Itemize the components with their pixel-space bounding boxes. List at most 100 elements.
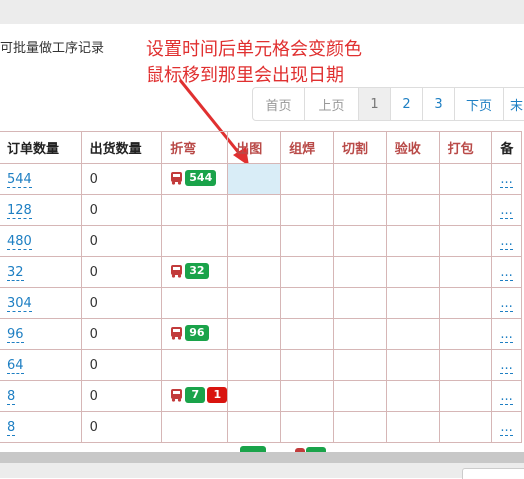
notes-link[interactable]: ... <box>500 171 513 188</box>
order-qty-link[interactable]: 96 <box>7 326 24 343</box>
welding-cell[interactable] <box>280 287 334 319</box>
welding-cell[interactable] <box>280 318 334 350</box>
page-3-button[interactable]: 3 <box>422 87 455 121</box>
notes-link[interactable]: ... <box>500 295 513 312</box>
done-count-badge: 96 <box>185 324 209 341</box>
drawing-cell[interactable] <box>227 163 282 195</box>
bending-cell[interactable]: 71 <box>161 380 229 412</box>
cutting-cell[interactable] <box>332 411 387 443</box>
bottom-button[interactable] <box>462 468 524 479</box>
cutting-cell[interactable] <box>332 318 387 350</box>
horizontal-scrollbar[interactable] <box>0 452 524 463</box>
inspection-cell[interactable] <box>385 256 440 288</box>
packing-cell[interactable] <box>438 411 493 443</box>
page-first-button[interactable]: 首页 <box>252 87 305 121</box>
notes-link[interactable]: ... <box>500 419 513 436</box>
inspection-cell[interactable] <box>385 163 440 195</box>
packing-cell[interactable] <box>438 318 493 350</box>
notes-link[interactable]: ... <box>500 388 513 405</box>
drawing-cell[interactable] <box>227 411 282 443</box>
order-qty-link[interactable]: 128 <box>7 202 32 219</box>
bus-icon <box>170 264 183 278</box>
page-prev-button[interactable]: 上页 <box>304 87 359 121</box>
inspection-cell[interactable] <box>385 411 440 443</box>
order-qty-link[interactable]: 32 <box>7 264 24 281</box>
packing-cell[interactable] <box>438 349 493 381</box>
cutting-cell[interactable] <box>332 349 387 381</box>
page-next-button[interactable]: 下页 <box>454 87 504 121</box>
header-welding: 组焊 <box>280 131 334 164</box>
welding-cell[interactable] <box>280 163 334 195</box>
packing-cell[interactable] <box>438 163 493 195</box>
welding-cell[interactable] <box>280 411 334 443</box>
bending-cell[interactable] <box>161 194 229 226</box>
bending-cell[interactable] <box>161 349 229 381</box>
inspection-cell[interactable] <box>385 194 440 226</box>
notes-link[interactable]: ... <box>500 202 513 219</box>
welding-cell[interactable] <box>280 349 334 381</box>
order-qty-link[interactable]: 64 <box>7 357 24 374</box>
packing-cell[interactable] <box>438 194 493 226</box>
inspection-cell[interactable] <box>385 380 440 412</box>
drawing-cell[interactable] <box>227 287 282 319</box>
inspection-cell[interactable] <box>385 287 440 319</box>
table-row: 32 0 32... <box>0 256 522 288</box>
notes-link[interactable]: ... <box>500 357 513 374</box>
done-count-badge: 544 <box>185 169 217 186</box>
bending-cell[interactable]: 32 <box>161 256 229 288</box>
notes-link[interactable]: ... <box>500 264 513 281</box>
page-last-button[interactable]: 末 <box>503 87 524 121</box>
bending-cell[interactable]: 96 <box>161 318 229 350</box>
order-qty-link[interactable]: 544 <box>7 171 32 188</box>
drawing-cell[interactable] <box>227 256 282 288</box>
welding-cell[interactable] <box>280 380 334 412</box>
bus-icon <box>170 171 183 185</box>
order-qty-link[interactable]: 480 <box>7 233 32 250</box>
packing-cell[interactable] <box>438 287 493 319</box>
bending-cell[interactable] <box>161 225 229 257</box>
cutting-cell[interactable] <box>332 287 387 319</box>
cutting-cell[interactable] <box>332 256 387 288</box>
bus-icon <box>170 326 183 340</box>
table-header-row: 订单数量 出货数量 折弯 出图 组焊 切割 验收 打包 备 <box>0 131 522 164</box>
inspection-cell[interactable] <box>385 349 440 381</box>
bending-cell[interactable]: 544 <box>161 163 229 195</box>
welding-cell[interactable] <box>280 225 334 257</box>
pagination: 首页 上页 1 2 3 下页 末 <box>252 87 524 121</box>
header-drawing: 出图 <box>227 131 282 164</box>
drawing-cell[interactable] <box>227 194 282 226</box>
header-ship-qty: 出货数量 <box>80 131 163 164</box>
cutting-cell[interactable] <box>332 380 387 412</box>
cutting-cell[interactable] <box>332 194 387 226</box>
order-qty-link[interactable]: 8 <box>7 388 16 405</box>
order-table: 订单数量 出货数量 折弯 出图 组焊 切割 验收 打包 备 544 0 544...… <box>0 131 522 443</box>
bending-cell[interactable] <box>161 287 229 319</box>
cutting-cell[interactable] <box>332 225 387 257</box>
order-qty-link[interactable]: 304 <box>7 295 32 312</box>
packing-cell[interactable] <box>438 380 493 412</box>
drawing-cell[interactable] <box>227 225 282 257</box>
packing-cell[interactable] <box>438 225 493 257</box>
welding-cell[interactable] <box>280 256 334 288</box>
drawing-cell[interactable] <box>227 349 282 381</box>
annotation-line-2: 鼠标移到那里会出现日期 <box>146 65 344 86</box>
ship-qty-cell: 0 <box>80 411 163 443</box>
ship-qty-cell: 0 <box>80 194 163 226</box>
inspection-cell[interactable] <box>385 225 440 257</box>
table-row: 128 0... <box>0 194 522 226</box>
order-qty-link[interactable]: 8 <box>7 419 16 436</box>
ship-qty-cell: 0 <box>80 256 163 288</box>
drawing-cell[interactable] <box>227 318 282 350</box>
drawing-cell[interactable] <box>227 380 282 412</box>
inspection-cell[interactable] <box>385 318 440 350</box>
welding-cell[interactable] <box>280 194 334 226</box>
ship-qty-cell: 0 <box>80 163 163 195</box>
bending-cell[interactable] <box>161 411 229 443</box>
notes-link[interactable]: ... <box>500 233 513 250</box>
notes-link[interactable]: ... <box>500 326 513 343</box>
cutting-cell[interactable] <box>332 163 387 195</box>
page-1-button[interactable]: 1 <box>358 87 391 121</box>
packing-cell[interactable] <box>438 256 493 288</box>
ship-qty-cell: 0 <box>80 318 163 350</box>
page-2-button[interactable]: 2 <box>390 87 423 121</box>
